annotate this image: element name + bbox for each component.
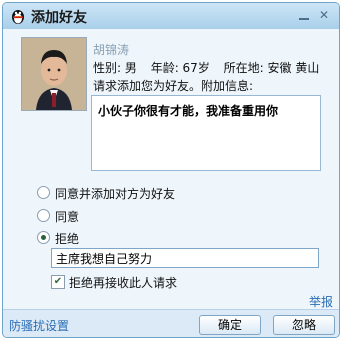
avatar: [21, 37, 87, 111]
attached-message-box: 小伙子你很有才能，我准备重用你: [91, 95, 321, 171]
minimize-button[interactable]: [297, 8, 311, 22]
confirm-button[interactable]: 确定: [199, 315, 261, 335]
avatar-portrait-icon: [22, 38, 86, 110]
age-text: 年龄: 67岁: [150, 61, 210, 75]
radio-reject[interactable]: [37, 231, 50, 244]
location-text: 所在地: 安徽 黄山: [223, 61, 320, 75]
anti-harassment-link[interactable]: 防骚扰设置: [9, 317, 69, 334]
window-title: 添加好友: [31, 10, 87, 26]
reject-reason-input[interactable]: [51, 248, 319, 268]
block-requests-label: 拒绝再接收此人请求: [69, 276, 178, 290]
close-button[interactable]: ✕: [317, 8, 331, 22]
requester-name: 胡锦涛: [93, 43, 130, 57]
radio-agree-and-add[interactable]: [37, 186, 50, 199]
option-agree-and-add-label: 同意并添加对方为好友: [55, 187, 176, 201]
title-bar[interactable]: 添加好友 ✕: [3, 3, 339, 29]
option-agree-label: 同意: [55, 210, 80, 224]
gender-text: 性别: 男: [93, 61, 137, 75]
radio-agree[interactable]: [37, 209, 50, 222]
add-friend-dialog: 添加好友 ✕ 胡锦涛 性别: 男 年龄: 67岁 所在地: 安徽 黄山 请求添加…: [2, 2, 340, 338]
block-requests-checkbox[interactable]: ✔: [51, 275, 65, 289]
report-link[interactable]: 举报: [309, 293, 333, 310]
ignore-button[interactable]: 忽略: [273, 315, 335, 335]
qq-penguin-icon: [12, 10, 24, 24]
option-reject-label: 拒绝: [55, 232, 80, 246]
attached-message-text: 小伙子你很有才能，我准备重用你: [98, 104, 279, 118]
dialog-footer: 防骚扰设置 确定 忽略: [3, 309, 339, 337]
request-text: 请求添加您为好友。附加信息:: [93, 79, 254, 93]
requester-profile: 性别: 男 年龄: 67岁 所在地: 安徽 黄山: [93, 59, 329, 76]
